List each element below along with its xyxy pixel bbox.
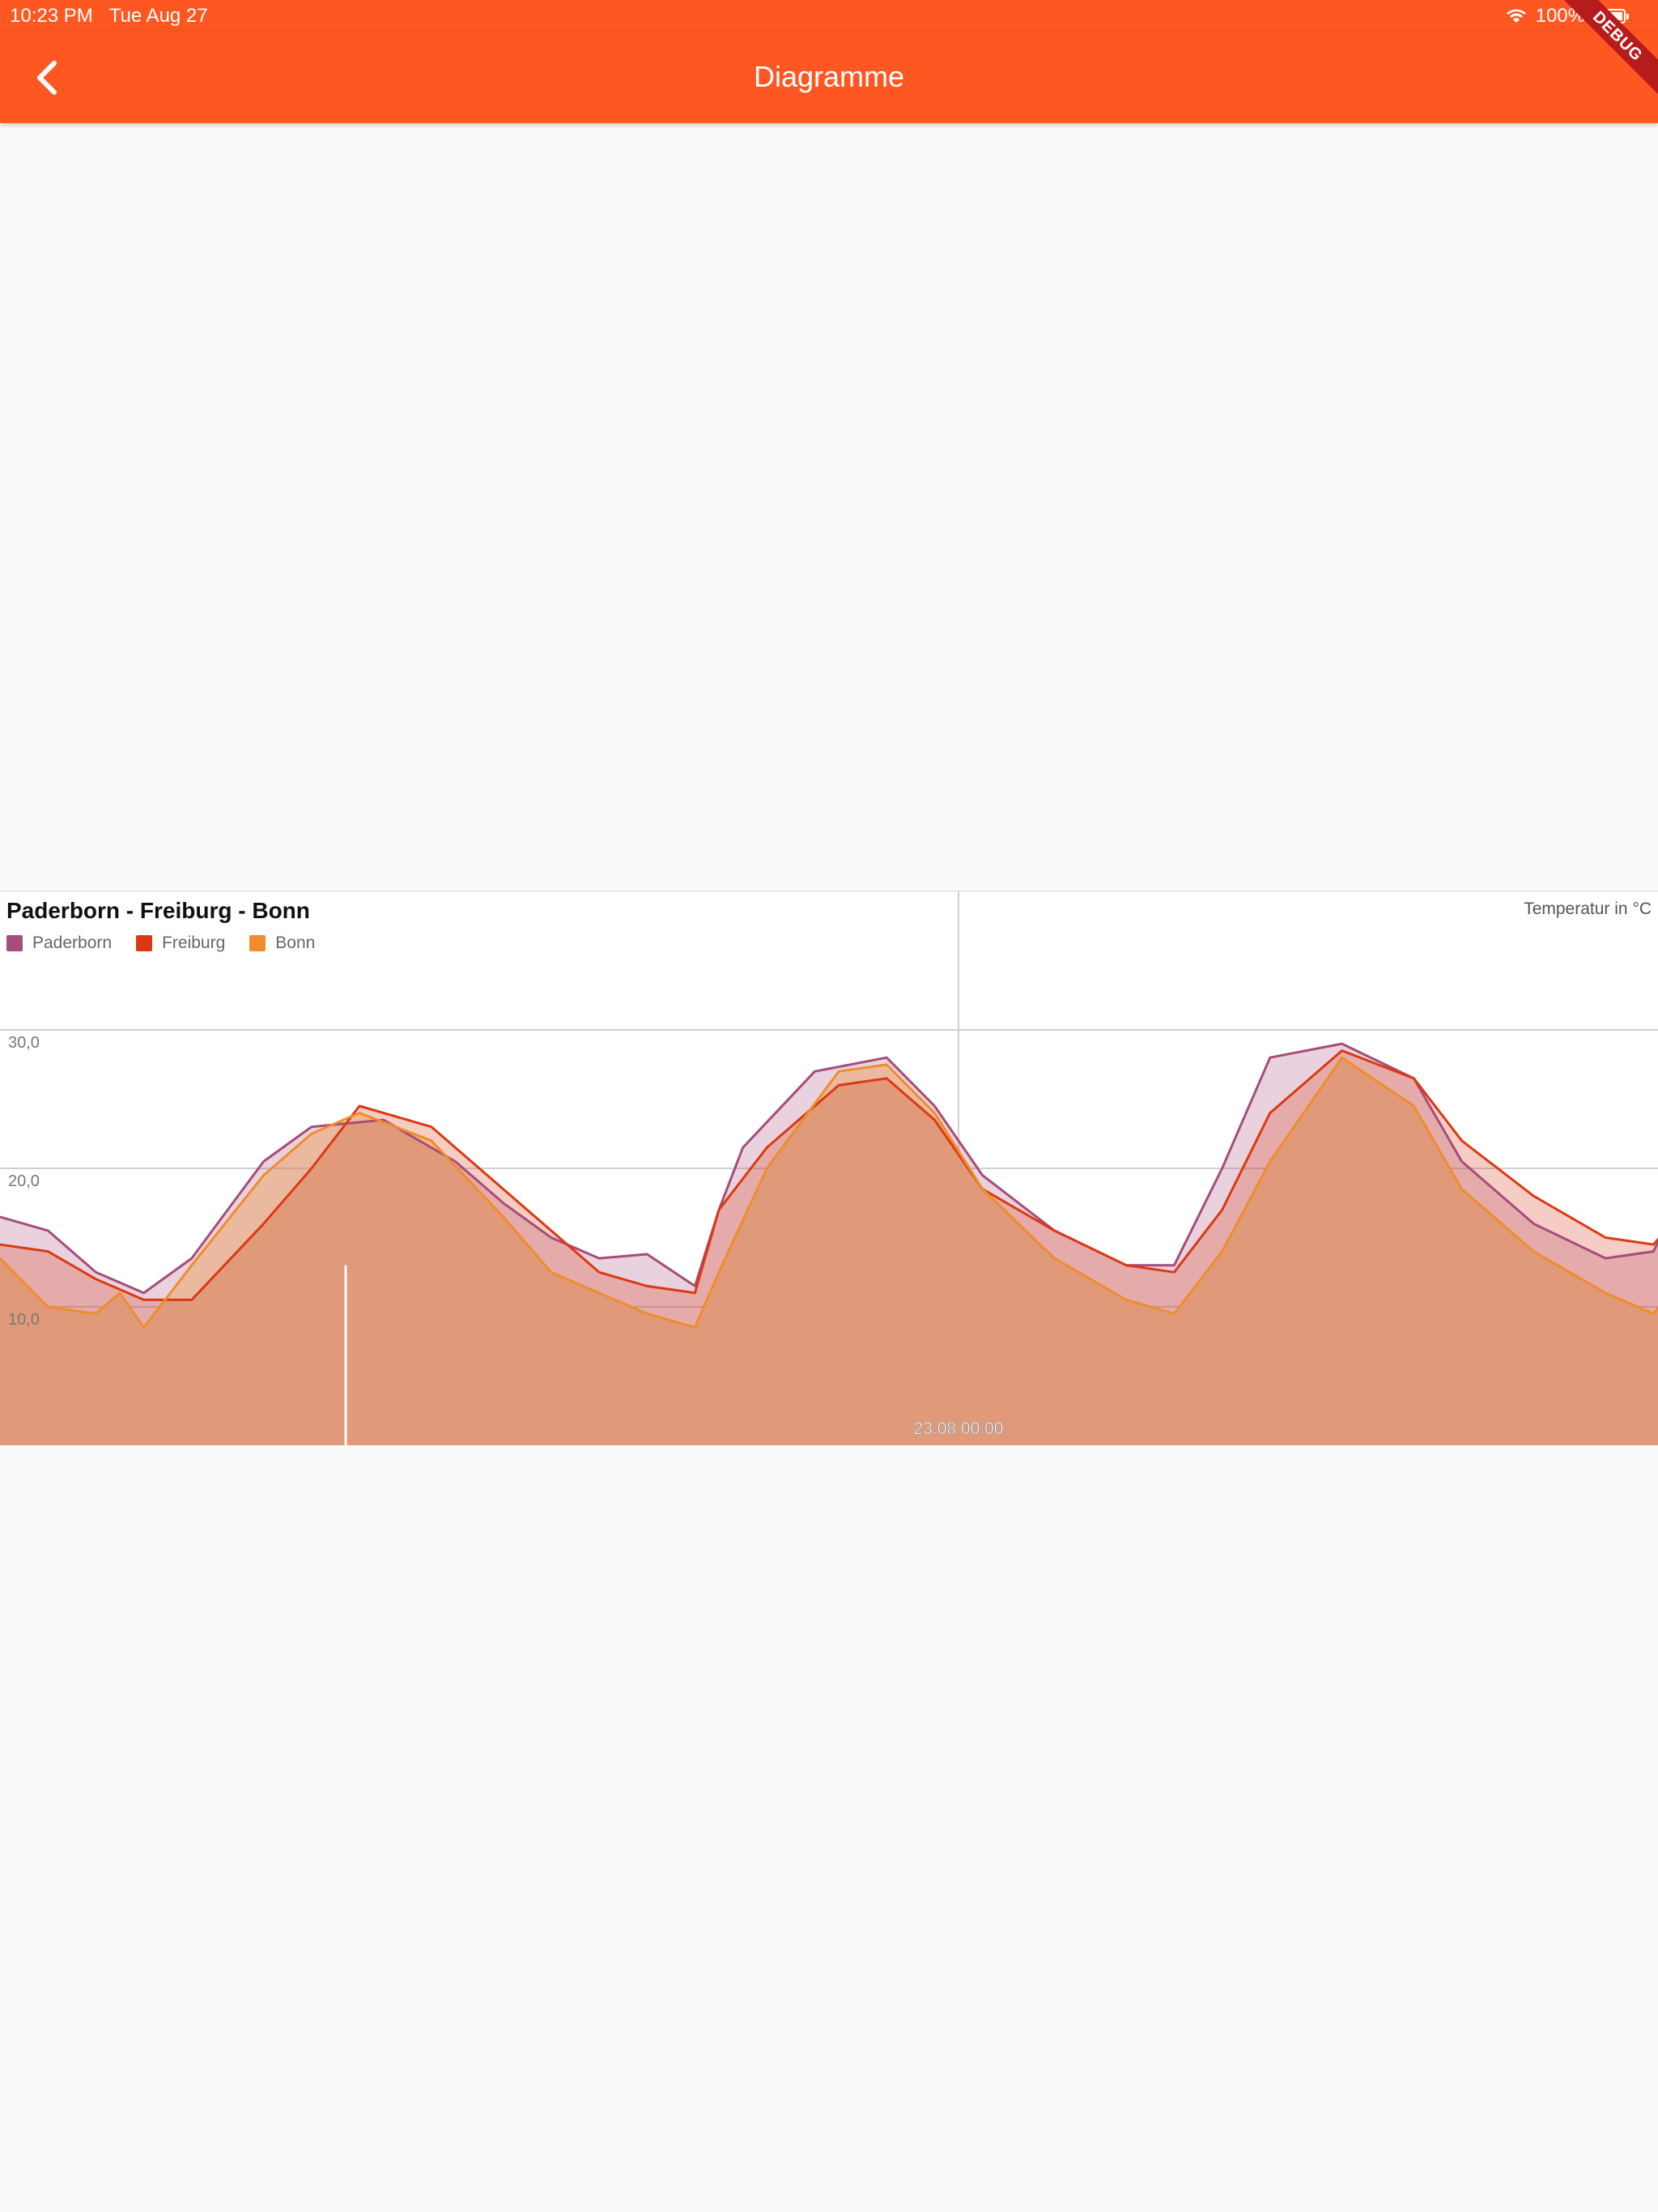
chart-card[interactable]: 10,020,030,023.08 00:0025.08 00:0027.08 … xyxy=(0,891,1658,1445)
chart-title: Paderborn - Freiburg - Bonn xyxy=(6,898,310,923)
y-tick-label: 10,0 xyxy=(8,1311,40,1329)
y-tick-label: 30,0 xyxy=(8,1034,40,1052)
legend-swatch xyxy=(249,935,266,951)
legend-swatch xyxy=(136,935,153,951)
legend-swatch xyxy=(6,935,23,951)
legend-label: Freiburg xyxy=(162,934,226,952)
chart-y-axis-label: Temperatur in °C xyxy=(1524,900,1652,918)
status-time: 10:23 PM Tue Aug 27 xyxy=(10,5,208,28)
y-tick-label: 20,0 xyxy=(8,1172,40,1190)
page-title: Diagramme xyxy=(753,60,905,93)
app-bar: Diagramme xyxy=(0,32,1658,123)
legend-item-bonn[interactable]: Bonn xyxy=(249,934,315,953)
chart-legend: Paderborn Freiburg Bonn xyxy=(6,934,315,953)
legend-label: Bonn xyxy=(275,934,316,952)
legend-item-paderborn[interactable]: Paderborn xyxy=(6,934,112,953)
status-date: Tue Aug 27 xyxy=(108,5,208,27)
wifi-icon xyxy=(1506,9,1526,23)
status-clock: 10:23 PM xyxy=(10,5,93,27)
legend-item-freiburg[interactable]: Freiburg xyxy=(136,934,225,953)
temperature-chart[interactable]: 10,020,030,023.08 00:0025.08 00:0027.08 … xyxy=(0,891,1658,1445)
x-tick-label: 23.08 00:00 xyxy=(914,1419,1004,1438)
legend-label: Paderborn xyxy=(32,934,113,952)
status-bar: 10:23 PM Tue Aug 27 100% xyxy=(0,0,1658,32)
